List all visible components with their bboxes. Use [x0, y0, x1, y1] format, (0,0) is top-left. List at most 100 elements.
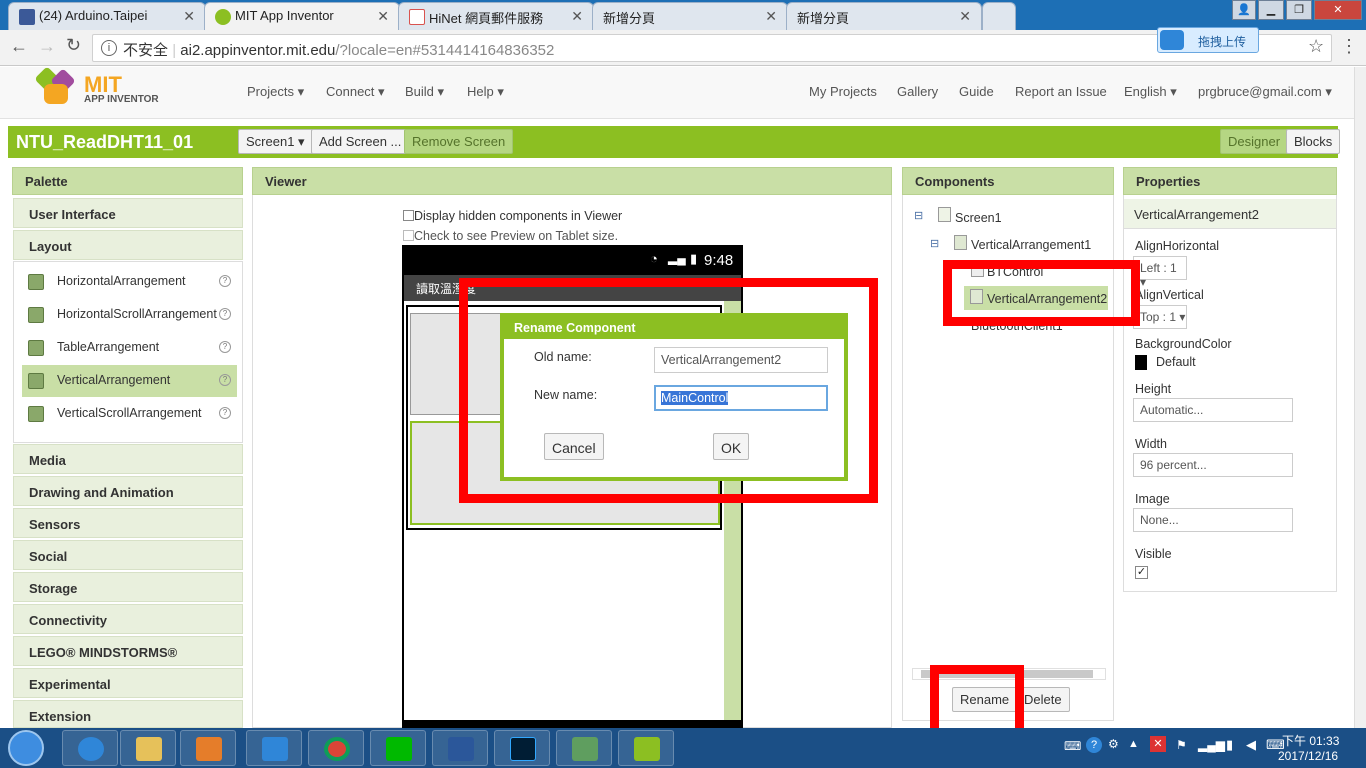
antivirus-icon[interactable]: ✕ [1150, 736, 1166, 752]
close-icon[interactable]: ✕ [765, 8, 777, 25]
tab-hinet[interactable]: HiNet 網頁郵件服務 ✕ [398, 2, 594, 30]
line-icon[interactable] [370, 730, 426, 766]
clock-date[interactable]: 2017/12/16 [1278, 749, 1338, 763]
checkbox-icon[interactable] [403, 230, 414, 241]
flag-icon[interactable]: ⚑ [1176, 738, 1187, 752]
palette-item-horizontal-scroll-arrangement[interactable]: HorizontalScrollArrangement? [22, 299, 237, 331]
upload-widget[interactable]: 拖拽上传 [1157, 27, 1259, 53]
menu-account[interactable]: prgbruce@gmail.com ▾ [1198, 84, 1332, 100]
tray-expand-icon[interactable]: ▲ [1128, 738, 1139, 750]
palette-item-vertical-scroll-arrangement[interactable]: VerticalScrollArrangement? [22, 398, 237, 430]
collapse-icon[interactable]: ⊟ [930, 237, 939, 250]
url-input[interactable]: i 不安全 | ai2.appinventor.mit.edu/?locale=… [92, 34, 1332, 62]
media-player-icon[interactable] [180, 730, 236, 766]
background-color-value[interactable]: Default [1156, 355, 1196, 369]
start-icon[interactable] [8, 730, 44, 766]
palette-item-horizontal-arrangement[interactable]: HorizontalArrangement? [22, 266, 237, 298]
explorer-icon[interactable] [120, 730, 176, 766]
collapse-icon[interactable]: ⊟ [914, 209, 923, 222]
volume-icon[interactable]: ◀ [1246, 737, 1256, 753]
palette-item-vertical-arrangement[interactable]: VerticalArrangement? [22, 365, 237, 397]
network-icon[interactable]: ▂▄▆ [1198, 738, 1225, 752]
designer-button[interactable]: Designer [1220, 129, 1289, 154]
close-icon[interactable]: ✕ [959, 8, 971, 25]
category-social[interactable]: Social [13, 540, 243, 570]
category-layout[interactable]: Layout [13, 230, 243, 260]
help-tray-icon[interactable]: ? [1086, 737, 1102, 753]
tab-new-2[interactable]: 新增分頁 ✕ [786, 2, 982, 30]
category-experimental[interactable]: Experimental [13, 668, 243, 698]
help-icon[interactable]: ? [219, 374, 231, 386]
close-icon[interactable]: ✕ [183, 8, 195, 25]
tablet-preview-checkbox[interactable]: Check to see Preview on Tablet size. [403, 229, 618, 243]
photoshop-icon[interactable] [494, 730, 550, 766]
add-screen-button[interactable]: Add Screen ... [311, 129, 410, 154]
chrome-icon[interactable] [308, 730, 364, 766]
word-icon[interactable] [432, 730, 488, 766]
category-user-interface[interactable]: User Interface [13, 198, 243, 228]
menu-icon[interactable]: ⋮ [1340, 36, 1358, 57]
delete-button[interactable]: Delete [1016, 687, 1070, 712]
color-swatch[interactable] [1135, 355, 1147, 370]
clock-time[interactable]: 下午 01:33 [1282, 732, 1339, 749]
visible-checkbox[interactable]: ✓ [1135, 566, 1148, 579]
height-field[interactable]: Automatic... [1133, 398, 1293, 422]
mit-logo[interactable] [34, 66, 78, 106]
help-icon[interactable]: ? [219, 407, 231, 419]
checkbox-icon[interactable] [403, 210, 414, 221]
new-tab-button[interactable] [982, 2, 1016, 30]
tab-arduino[interactable]: (24) Arduino.Taipei ✕ [8, 2, 206, 30]
star-icon[interactable]: ☆ [1308, 36, 1324, 57]
menu-connect[interactable]: Connect ▾ [326, 84, 385, 100]
remove-screen-button[interactable]: Remove Screen [404, 129, 514, 154]
category-connectivity[interactable]: Connectivity [13, 604, 243, 634]
close-icon[interactable]: ✕ [571, 8, 583, 25]
palette-item-table-arrangement[interactable]: TableArrangement? [22, 332, 237, 364]
align-vertical-select[interactable]: Top : 1 ▾ [1133, 305, 1187, 329]
tree-vertical-arrangement1[interactable]: VerticalArrangement1 [971, 238, 1091, 252]
help-icon[interactable]: ? [219, 341, 231, 353]
page-scrollbar[interactable] [1354, 67, 1366, 728]
link-gallery[interactable]: Gallery [897, 84, 938, 99]
back-icon[interactable]: ← [10, 36, 28, 57]
forward-icon[interactable]: → [38, 36, 56, 57]
menu-help[interactable]: Help ▾ [467, 84, 504, 100]
maximize-icon[interactable]: ❐ [1286, 0, 1312, 20]
blocks-button[interactable]: Blocks [1286, 129, 1341, 154]
battery-tray-icon[interactable]: ▮ [1226, 737, 1233, 753]
tree-screen1[interactable]: Screen1 [955, 211, 1002, 225]
reload-icon[interactable]: ↻ [66, 35, 81, 56]
user-icon[interactable]: 👤 [1232, 0, 1256, 20]
tray-app-icon[interactable]: ⚙ [1108, 737, 1119, 751]
category-drawing-animation[interactable]: Drawing and Animation [13, 476, 243, 506]
link-my-projects[interactable]: My Projects [809, 84, 877, 99]
photo-viewer-icon[interactable] [556, 730, 612, 766]
category-lego-mindstorms[interactable]: LEGO® MINDSTORMS® [13, 636, 243, 666]
cloud-drive-icon[interactable] [246, 730, 302, 766]
close-window-icon[interactable]: ✕ [1314, 0, 1362, 20]
link-report-issue[interactable]: Report an Issue [1015, 84, 1107, 99]
align-horizontal-select[interactable]: Left : 1 ▾ [1133, 256, 1187, 289]
help-icon[interactable]: ? [219, 275, 231, 287]
category-storage[interactable]: Storage [13, 572, 243, 602]
image-field[interactable]: None... [1133, 508, 1293, 532]
menu-projects[interactable]: Projects ▾ [247, 84, 304, 100]
link-guide[interactable]: Guide [959, 84, 994, 99]
hidden-components-checkbox[interactable]: Display hidden components in Viewer [403, 209, 622, 223]
category-extension[interactable]: Extension [13, 700, 243, 728]
help-icon[interactable]: ? [219, 308, 231, 320]
keyboard-icon[interactable]: ⌨ [1064, 739, 1081, 753]
tab-app-inventor[interactable]: MIT App Inventor ✕ [204, 2, 400, 31]
menu-build[interactable]: Build ▾ [405, 84, 444, 100]
info-icon[interactable]: i [101, 40, 117, 56]
ie-icon[interactable] [62, 730, 118, 766]
category-sensors[interactable]: Sensors [13, 508, 243, 538]
tab-new-1[interactable]: 新增分頁 ✕ [592, 2, 788, 30]
width-field[interactable]: 96 percent... [1133, 453, 1293, 477]
category-media[interactable]: Media [13, 444, 243, 474]
menu-language[interactable]: English ▾ [1124, 84, 1177, 100]
close-icon[interactable]: ✕ [377, 8, 389, 25]
screen-select[interactable]: Screen1 ▾ [238, 129, 313, 154]
notepad-icon[interactable] [618, 730, 674, 766]
minimize-icon[interactable]: ▁ [1258, 0, 1284, 20]
